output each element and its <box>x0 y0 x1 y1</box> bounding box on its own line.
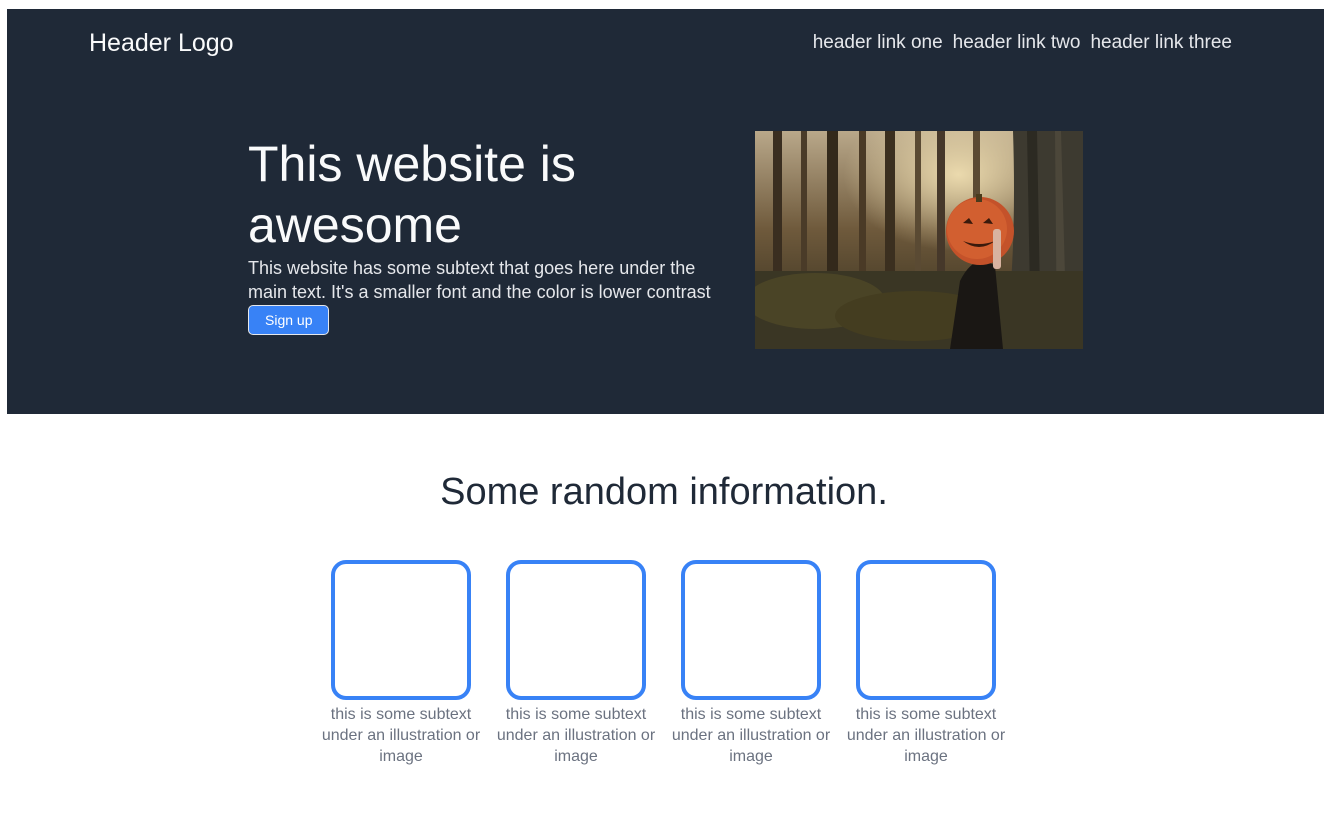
header-link-one[interactable]: header link one <box>813 31 943 55</box>
header-logo[interactable]: Header Logo <box>89 27 234 59</box>
forest-pumpkin-photo <box>755 131 1083 349</box>
card-subtext: this is some subtext under an illustrati… <box>321 706 481 765</box>
card-subtext: this is some subtext under an illustrati… <box>846 706 1006 765</box>
header-link-three[interactable]: header link three <box>1090 31 1232 55</box>
info-title: Some random information. <box>440 471 888 513</box>
sign-up-button[interactable]: Sign up <box>248 305 330 335</box>
illustration-placeholder <box>681 560 821 700</box>
info-card: this is some subtext under an illustrati… <box>847 560 1005 767</box>
illustration-placeholder <box>331 560 471 700</box>
hero-text: This website is awesome This website has… <box>248 134 738 335</box>
hero-image <box>755 131 1083 349</box>
header-link-two[interactable]: header link two <box>953 31 1081 55</box>
header-nav: header link one header link two header l… <box>813 31 1232 55</box>
page: Header Logo header link one header link … <box>0 0 1328 821</box>
hero-section: Header Logo header link one header link … <box>7 9 1324 414</box>
info-card: this is some subtext under an illustrati… <box>497 560 655 767</box>
illustration-placeholder <box>856 560 996 700</box>
illustration-placeholder <box>506 560 646 700</box>
card-subtext: this is some subtext under an illustrati… <box>496 706 656 765</box>
info-card: this is some subtext under an illustrati… <box>322 560 480 767</box>
info-card: this is some subtext under an illustrati… <box>672 560 830 767</box>
card-subtext: this is some subtext under an illustrati… <box>671 706 831 765</box>
info-cards: this is some subtext under an illustrati… <box>322 560 1005 767</box>
hero-subtext: This website has some subtext that goes … <box>248 258 711 302</box>
hero-title: This website is awesome <box>248 136 576 253</box>
